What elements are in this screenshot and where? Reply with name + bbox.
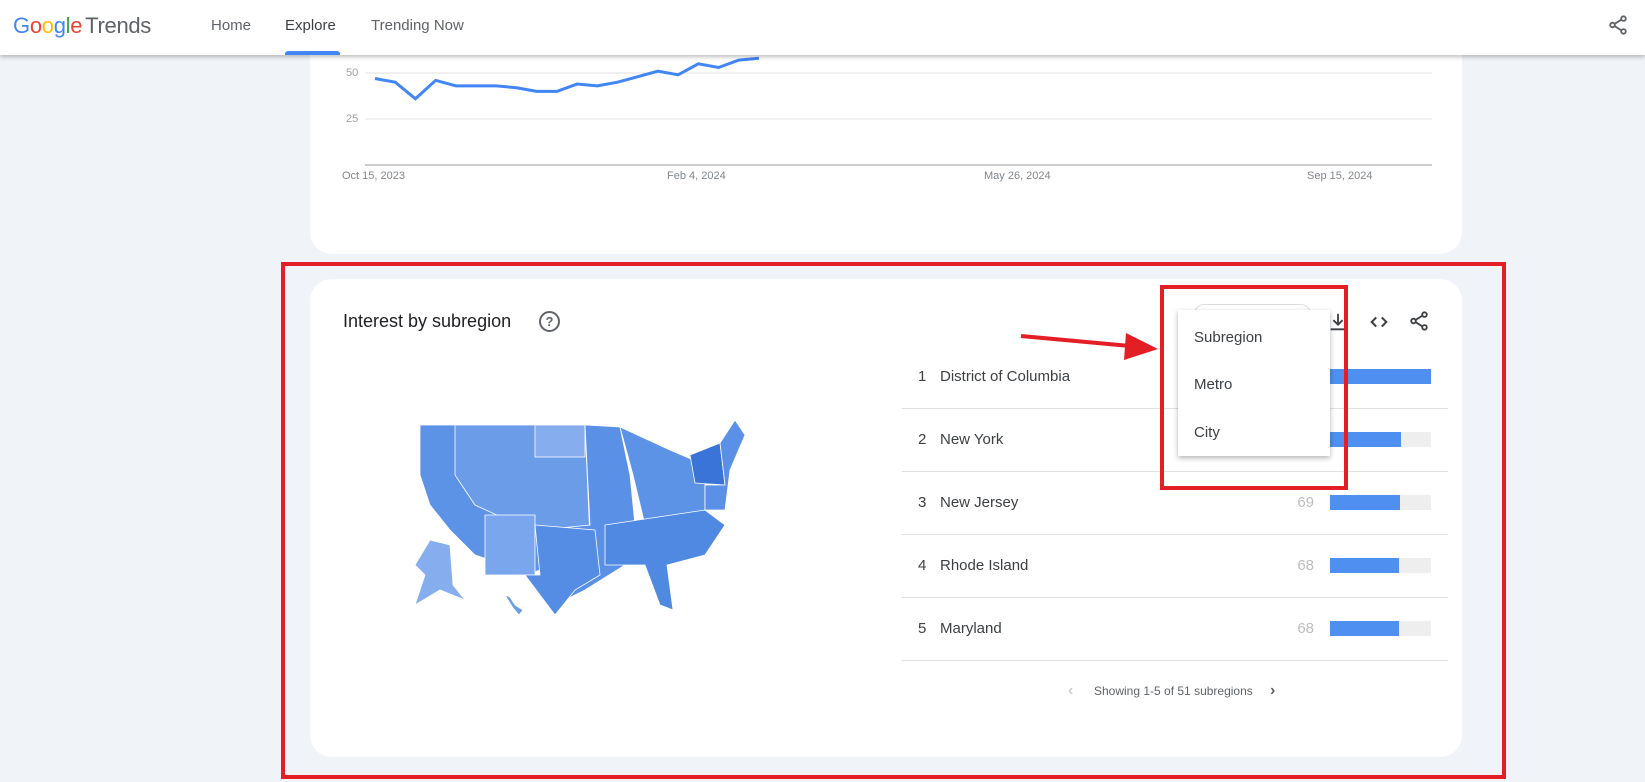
row-bar-track <box>1330 558 1431 573</box>
row-value: 68 <box>1297 557 1314 574</box>
logo-letter: G <box>13 13 30 38</box>
logo-letter: o <box>29 13 42 38</box>
row-bar-fill <box>1330 621 1399 636</box>
embed-icon[interactable] <box>1368 311 1390 333</box>
row-bar-track <box>1330 495 1431 510</box>
pagination-text: Showing 1-5 of 51 subregions <box>1094 684 1253 698</box>
prev-page-icon[interactable]: ‹ <box>1068 682 1073 700</box>
download-icon[interactable] <box>1327 311 1349 333</box>
row-bar-fill <box>1330 369 1431 384</box>
row-name: District of Columbia <box>940 368 1071 385</box>
active-tab-indicator <box>285 51 340 55</box>
nav-explore[interactable]: Explore <box>285 17 336 34</box>
map-hawaii <box>504 594 524 616</box>
option-metro[interactable]: Metro <box>1194 376 1232 393</box>
row-rank: 4 <box>918 557 927 574</box>
next-page-icon[interactable]: › <box>1270 682 1275 700</box>
logo-letter: g <box>53 13 66 38</box>
logo-letter: e <box>70 13 83 38</box>
series-line <box>374 56 760 101</box>
map-southeast <box>604 509 726 611</box>
nav-home[interactable]: Home <box>211 17 251 34</box>
row-rank: 3 <box>918 494 927 511</box>
region-level-dropdown: Subregion Metro City <box>1178 310 1330 456</box>
row-bar-track <box>1330 621 1431 636</box>
logo-letter: o <box>41 13 54 38</box>
map-north-dakota <box>534 424 586 458</box>
map-new-mexico <box>484 514 536 576</box>
row-name: New York <box>940 431 1004 448</box>
section-title: Interest by subregion <box>343 311 512 331</box>
table-row[interactable]: 3 New Jersey 69 <box>902 472 1448 535</box>
row-bar-track <box>1330 369 1431 384</box>
map-new-york <box>689 442 726 486</box>
table-row[interactable]: 2 New York <box>902 409 1448 472</box>
row-bar-fill <box>1330 432 1401 447</box>
table-row[interactable]: 1 District of Columbia <box>902 346 1448 409</box>
row-value: 68 <box>1297 620 1314 637</box>
row-value: 69 <box>1297 494 1314 511</box>
google-trends-logo[interactable]: Google Trends <box>13 13 151 39</box>
option-subregion[interactable]: Subregion <box>1194 329 1262 346</box>
share-icon[interactable] <box>1607 14 1629 36</box>
row-name: Rhode Island <box>940 557 1029 574</box>
row-name: New Jersey <box>940 494 1019 511</box>
row-bar-fill <box>1330 495 1400 510</box>
top-bar: Google Trends Home Explore Trending Now <box>0 0 1645 55</box>
row-rank: 1 <box>918 368 927 385</box>
map-alaska <box>414 539 467 606</box>
logo-product: Trends <box>85 13 152 38</box>
row-rank: 5 <box>918 620 927 637</box>
nav-trending-now[interactable]: Trending Now <box>371 17 464 34</box>
row-rank: 2 <box>918 431 927 448</box>
help-icon[interactable]: ? <box>539 311 560 332</box>
row-name: Maryland <box>940 620 1002 637</box>
table-row[interactable]: 5 Maryland 68 <box>902 598 1448 661</box>
share-icon[interactable] <box>1408 310 1430 332</box>
table-row[interactable]: 4 Rhode Island 68 <box>902 535 1448 598</box>
row-bar-fill <box>1330 558 1399 573</box>
row-bar-track <box>1330 432 1431 447</box>
us-map <box>414 419 746 616</box>
option-city[interactable]: City <box>1194 424 1220 441</box>
